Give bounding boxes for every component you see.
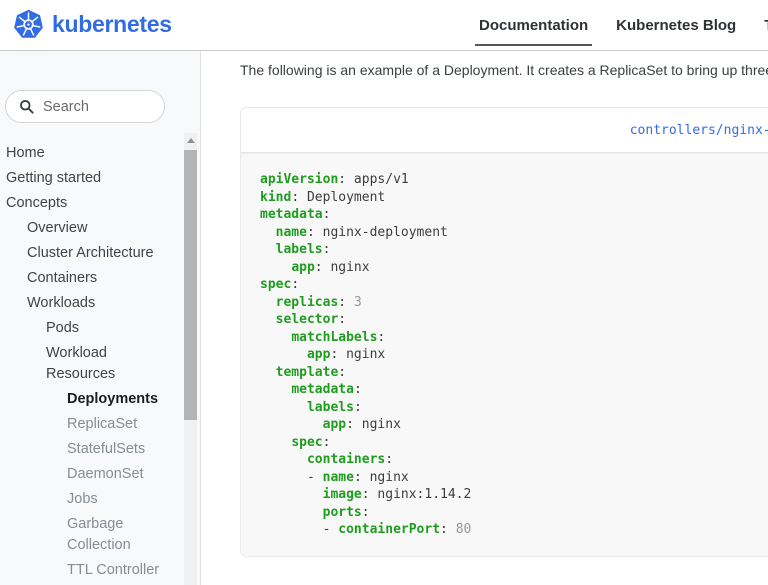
code-line: metadata: bbox=[260, 381, 768, 399]
code-line: spec: bbox=[260, 276, 768, 294]
sidebar-item[interactable]: Deployments bbox=[0, 389, 190, 410]
sidebar: Home Getting started Concepts Overview Clust… bbox=[0, 51, 201, 585]
search-input[interactable] bbox=[41, 98, 150, 116]
sidebar-item[interactable]: Home bbox=[0, 143, 190, 164]
scroll-up-arrow-icon[interactable] bbox=[187, 138, 195, 143]
code-block: apiVersion: apps/v1kind: Deploymentmetad… bbox=[240, 153, 768, 557]
search-icon bbox=[19, 99, 34, 114]
code-line: - containerPort: 80 bbox=[260, 521, 768, 539]
sidebar-item[interactable]: Overview bbox=[0, 218, 190, 239]
sidebar-item[interactable]: Getting started bbox=[0, 168, 190, 189]
sidebar-item[interactable]: Pods bbox=[0, 318, 190, 339]
sidebar-item[interactable]: DaemonSet bbox=[0, 464, 190, 485]
kubernetes-logo[interactable]: kubernetes bbox=[13, 9, 172, 40]
code-line: app: nginx bbox=[260, 259, 768, 277]
code-line: image: nginx:1.14.2 bbox=[260, 486, 768, 504]
sidebar-item[interactable]: TTL Controller bbox=[0, 560, 190, 581]
code-line: app: nginx bbox=[260, 346, 768, 364]
code-file-link[interactable]: controllers/nginx-deployment.yaml bbox=[630, 123, 768, 138]
code-line: matchLabels: bbox=[260, 329, 768, 347]
nav-kubernetes-blog[interactable]: Kubernetes Blog bbox=[616, 17, 736, 34]
main-content: The following is an example of a Deploym… bbox=[201, 51, 768, 585]
brand-title: kubernetes bbox=[52, 11, 172, 38]
code-line: - name: nginx bbox=[260, 469, 768, 487]
code-sample-header: controllers/nginx-deployment.yaml bbox=[240, 107, 768, 153]
intro-paragraph: The following is an example of a Deploym… bbox=[240, 60, 768, 80]
code-line: selector: bbox=[260, 311, 768, 329]
kubernetes-wheel-icon bbox=[13, 9, 44, 40]
nav-training[interactable]: Training bbox=[764, 17, 768, 34]
sidebar-item[interactable]: Workloads bbox=[0, 293, 190, 314]
sidebar-item[interactable]: ReplicaSet bbox=[0, 414, 190, 435]
code-sample: controllers/nginx-deployment.yaml apiVer… bbox=[240, 107, 768, 557]
code-line: name: nginx-deployment bbox=[260, 224, 768, 242]
sidebar-item[interactable]: Jobs bbox=[0, 489, 190, 510]
site-header: kubernetes Documentation Kubernetes Blog… bbox=[0, 0, 768, 51]
sidebar-item[interactable]: Containers bbox=[0, 268, 190, 289]
sidebar-item[interactable]: Workload Resources bbox=[0, 343, 190, 385]
code-line: labels: bbox=[260, 399, 768, 417]
top-nav: Documentation Kubernetes Blog Training bbox=[479, 0, 768, 51]
sidebar-item[interactable]: Cluster Architecture bbox=[0, 243, 190, 264]
code-line: labels: bbox=[260, 241, 768, 259]
code-line: containers: bbox=[260, 451, 768, 469]
code-line: replicas: 3 bbox=[260, 294, 768, 312]
code-line: apiVersion: apps/v1 bbox=[260, 171, 768, 189]
code-line: ports: bbox=[260, 504, 768, 522]
sidebar-scrollbar[interactable] bbox=[184, 133, 197, 585]
scrollbar-thumb[interactable] bbox=[184, 150, 197, 420]
code-line: metadata: bbox=[260, 206, 768, 224]
page: kubernetes Documentation Kubernetes Blog… bbox=[0, 0, 768, 585]
search-box[interactable] bbox=[5, 90, 165, 123]
sidebar-item[interactable]: Concepts bbox=[0, 193, 190, 214]
code-block-content: apiVersion: apps/v1kind: Deploymentmetad… bbox=[260, 171, 768, 539]
nav-documentation[interactable]: Documentation bbox=[479, 17, 588, 34]
code-line: app: nginx bbox=[260, 416, 768, 434]
code-line: spec: bbox=[260, 434, 768, 452]
code-line: kind: Deployment bbox=[260, 189, 768, 207]
code-line: template: bbox=[260, 364, 768, 382]
sidebar-item[interactable]: Garbage Collection bbox=[0, 514, 190, 556]
sidebar-nav: Home Getting started Concepts Overview Clust… bbox=[0, 143, 190, 585]
sidebar-item[interactable]: StatefulSets bbox=[0, 439, 190, 460]
